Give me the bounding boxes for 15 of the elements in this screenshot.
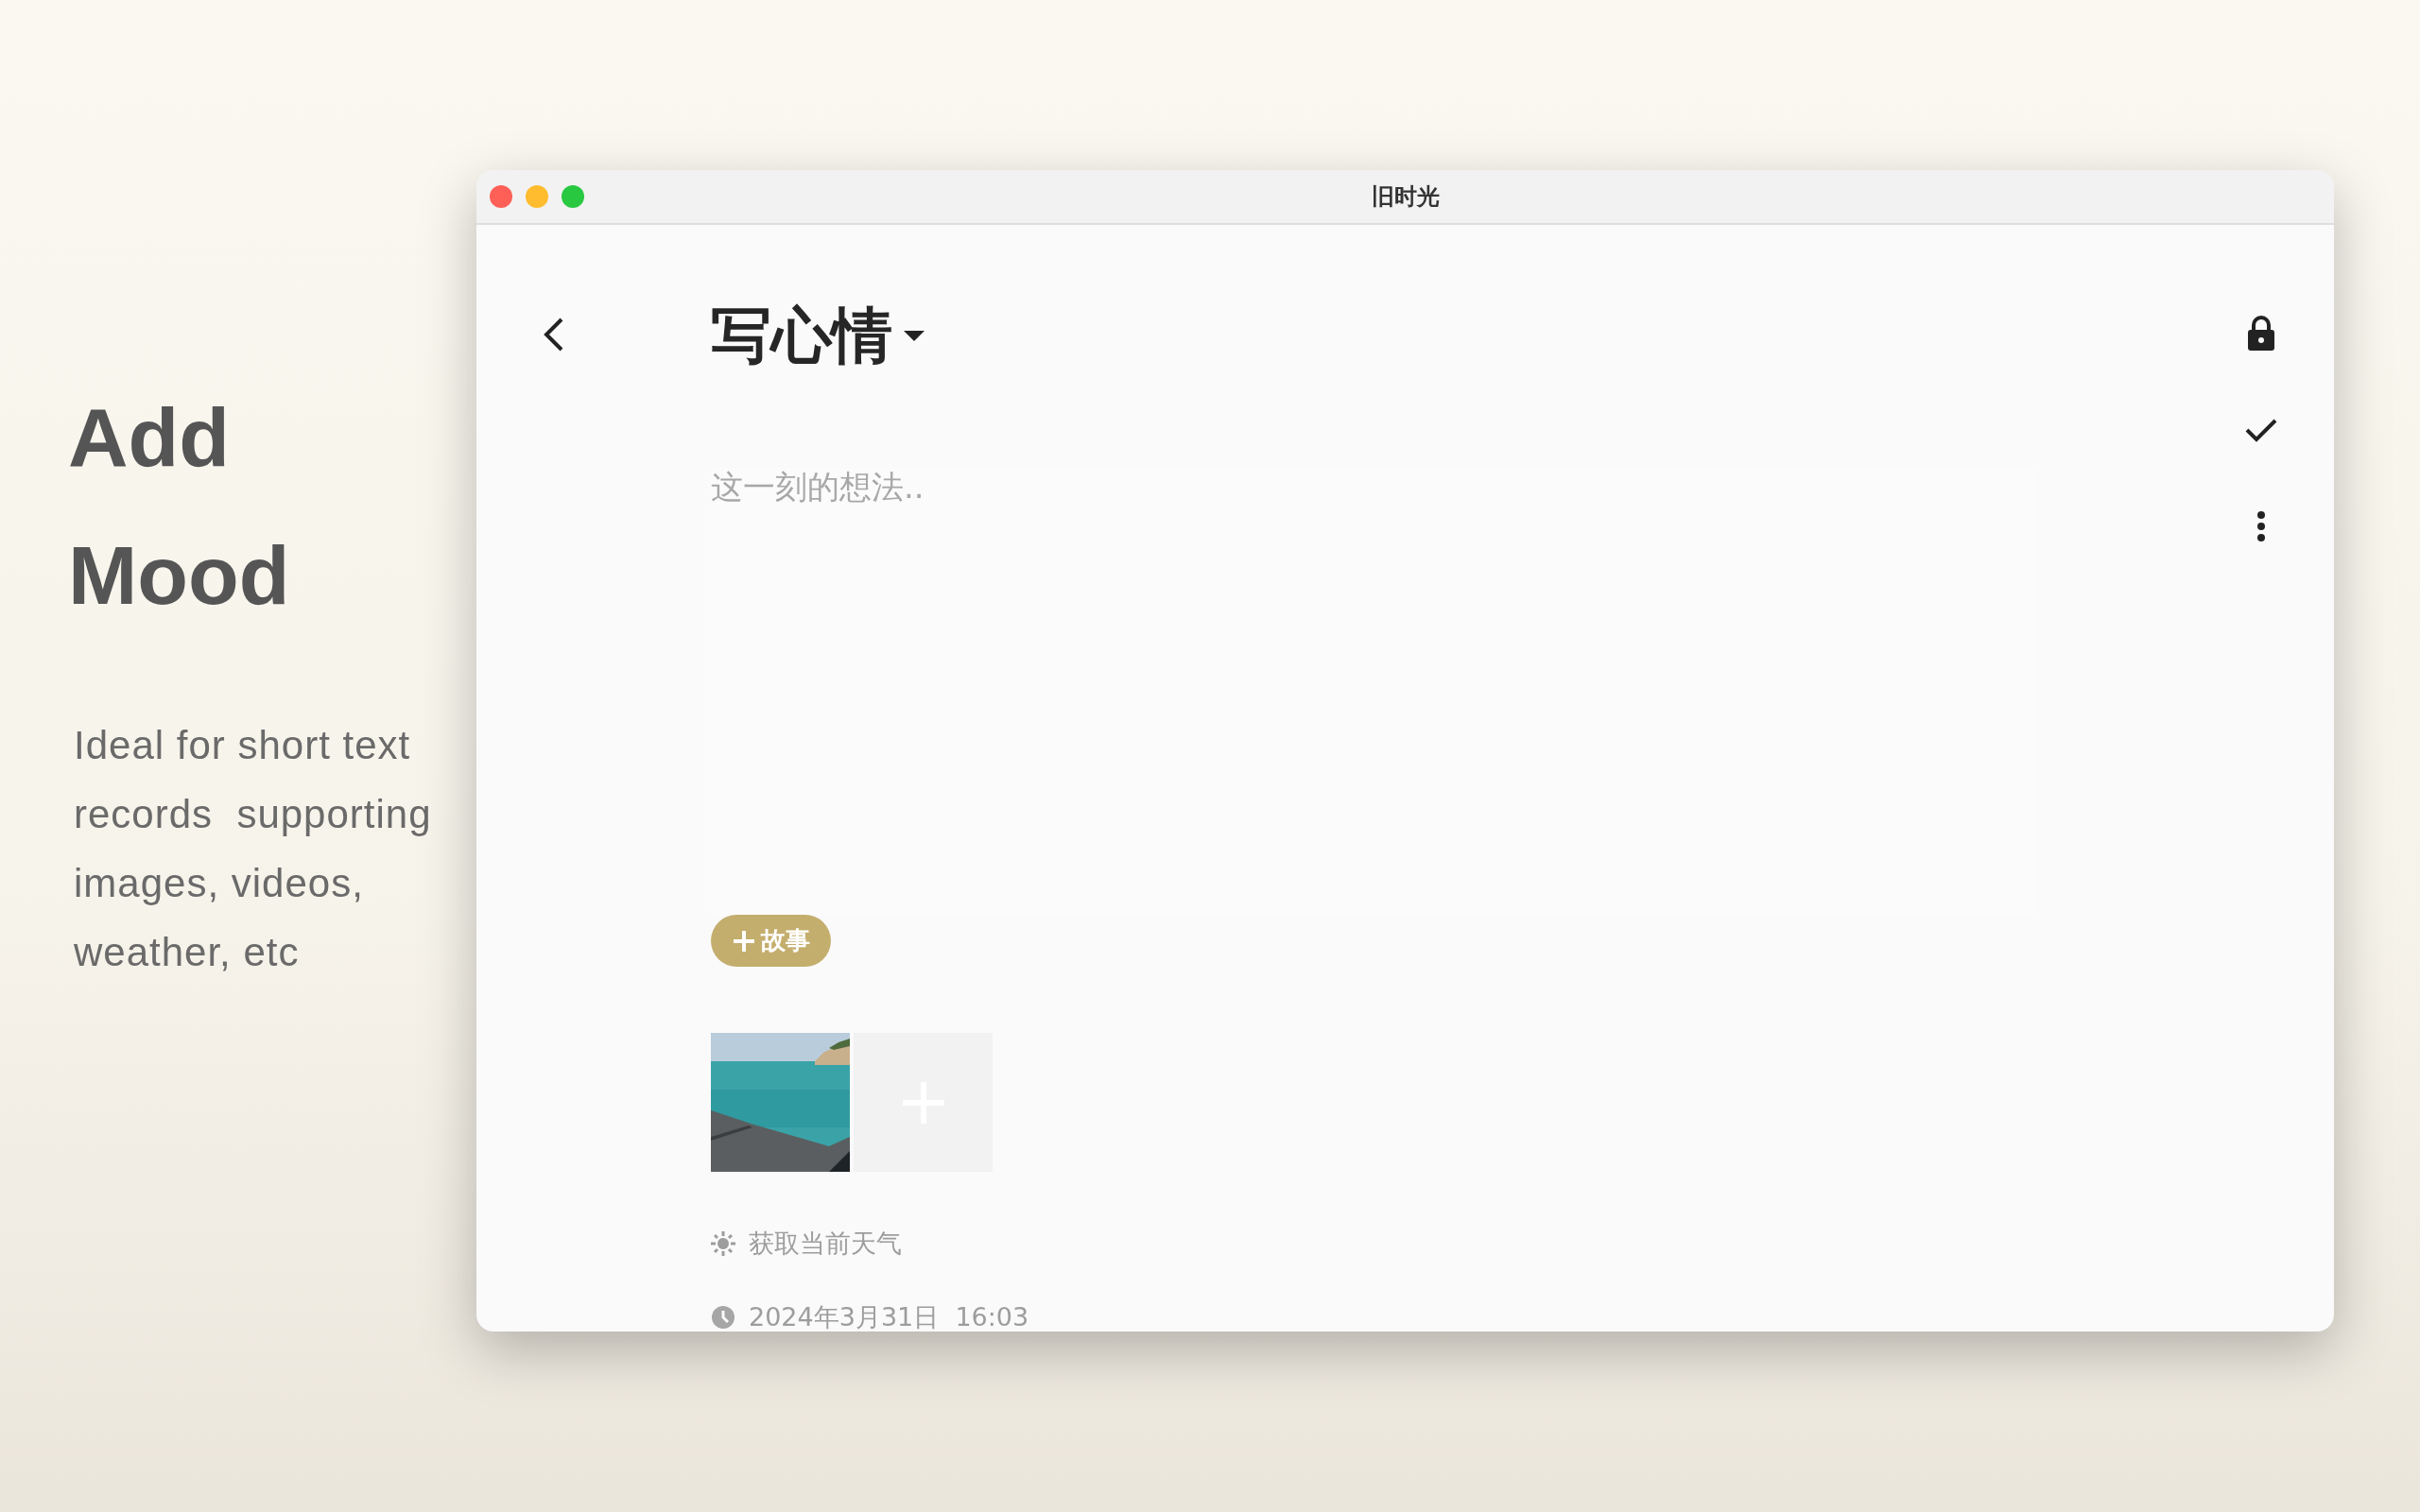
promo-description: records supporting — [74, 791, 432, 838]
weather-link[interactable]: 获取当前天气 — [749, 1227, 902, 1261]
add-story-button[interactable]: 故事 — [711, 915, 831, 967]
promo-title: Mood — [68, 527, 290, 624]
caret-icon — [904, 330, 925, 342]
promo-description: weather, etc — [74, 929, 300, 976]
sun-icon — [711, 1231, 735, 1256]
window-title: 旧时光 — [1371, 182, 1440, 212]
promo-description: Ideal for short text — [74, 722, 411, 769]
date-time[interactable]: 2024年3月31日 16:03 — [749, 1300, 1029, 1332]
promo-description: images, videos, — [74, 860, 364, 907]
plus-icon — [732, 929, 755, 953]
mood-type-dropdown[interactable]: 写心情 — [711, 295, 925, 377]
promo-title: Add — [68, 389, 231, 486]
close-button[interactable] — [490, 185, 512, 208]
